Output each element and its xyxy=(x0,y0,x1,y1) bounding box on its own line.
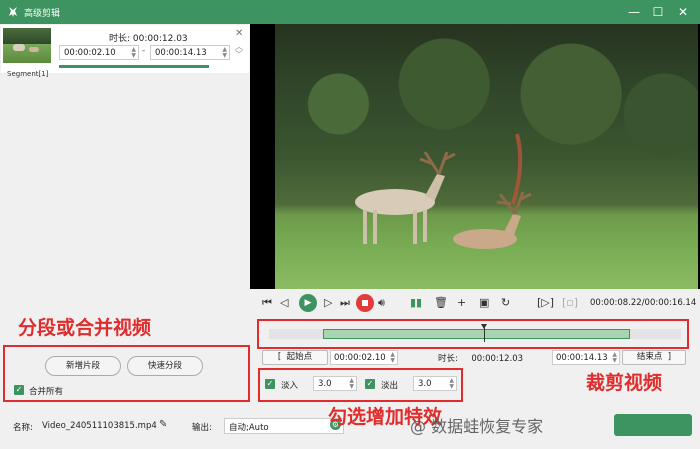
file-name: Video_240511103815.mp4 xyxy=(42,421,157,431)
volume-icon[interactable]: 🔊︎ xyxy=(378,297,385,309)
minimize-button[interactable]: — xyxy=(624,3,644,21)
maximize-button[interactable]: ☐ xyxy=(648,3,668,21)
split-merge-options: 新增片段 快速分段 ✓ 合并所有 xyxy=(3,345,250,402)
spinner-icon[interactable]: ▲ ▼ xyxy=(349,378,354,390)
export-button[interactable] xyxy=(614,414,692,436)
output-label: 输出: xyxy=(192,423,212,433)
annotation-crop: 裁剪视频 xyxy=(586,372,663,394)
fade-out-input[interactable]: 3.0 ▲ ▼ xyxy=(413,376,457,391)
quick-split-button[interactable]: 快速分段 xyxy=(127,356,203,376)
deer-image xyxy=(355,133,532,249)
range-dash: - xyxy=(142,46,146,56)
step-back-icon[interactable]: ◁ xyxy=(280,297,288,309)
reset-icon[interactable]: ↻ xyxy=(501,297,510,309)
add-icon[interactable]: + xyxy=(457,297,466,309)
trim-selection[interactable] xyxy=(323,329,630,339)
timeline-track[interactable] xyxy=(269,324,681,342)
video-frame xyxy=(275,24,698,289)
trim-timeline[interactable] xyxy=(257,319,689,349)
close-button[interactable]: ✕ xyxy=(673,3,693,21)
trim-duration: 时长: 00:00:12.03 xyxy=(438,354,524,364)
spinner-icon[interactable]: ▲ ▼ xyxy=(131,47,136,59)
segment-start-input[interactable]: 00:00:02.10 ▲ ▼ xyxy=(59,45,139,60)
edit-name-icon[interactable]: ✎ xyxy=(159,419,167,430)
watermark: @ 数据蛙恢复专家 xyxy=(410,417,544,436)
skip-end-icon[interactable]: ⏭ xyxy=(340,297,350,309)
window-title: 高级剪辑 xyxy=(24,9,61,19)
title-bar: 高级剪辑 — ☐ ✕ xyxy=(0,0,700,24)
fade-options: ✓ 淡入 3.0 ▲ ▼ ✓ 淡出 3.0 ▲ ▼ xyxy=(258,368,463,402)
spinner-icon[interactable]: ▲ ▼ xyxy=(390,352,395,364)
segment-name: Segment[1] xyxy=(7,70,49,78)
segment-thumbnail xyxy=(3,28,51,63)
play-icon[interactable]: ▶ xyxy=(299,294,317,312)
segment-duration: 时长: 00:00:12.03 xyxy=(109,34,188,44)
fade-in-checkbox[interactable]: ✓ xyxy=(265,379,275,389)
merge-all-label: 合并所有 xyxy=(29,387,64,397)
set-start-button[interactable]: [ 起始点 xyxy=(262,350,328,365)
merge-all-checkbox[interactable]: ✓ xyxy=(14,385,24,395)
segment-progress-bar xyxy=(59,65,209,68)
spinner-icon[interactable]: ▲ ▼ xyxy=(612,352,617,364)
trim-controls: [ 起始点 00:00:02.10 ▲ ▼ 时长: 00:00:12.03 00:… xyxy=(262,349,690,366)
playhead[interactable] xyxy=(481,324,487,342)
segment-close-icon[interactable]: ✕ xyxy=(235,28,243,39)
fade-out-label: 淡出 xyxy=(381,381,399,391)
name-label: 名称: xyxy=(13,423,33,433)
video-preview[interactable] xyxy=(250,24,700,289)
end-time-input[interactable]: 00:00:14.13 ▲ ▼ xyxy=(552,350,620,365)
mark-out-icon[interactable]: [▫] xyxy=(562,297,578,309)
start-time-input[interactable]: 00:00:02.10 ▲ ▼ xyxy=(330,350,398,365)
output-format-select[interactable]: 自动;Auto xyxy=(224,418,344,434)
annotation-split-merge: 分段或合并视频 xyxy=(18,317,152,339)
new-segment-button[interactable]: 新增片段 xyxy=(45,356,121,376)
mark-in-icon[interactable]: [▷] xyxy=(537,297,554,309)
fade-in-label: 淡入 xyxy=(281,381,299,391)
playback-toolbar: ⏮ ◁ ▶ ▷ ⏭ 🔊︎ ▮▮ 🗑︎ + ▣ ↻ [▷] [▫] 00:00:0… xyxy=(250,289,700,317)
spinner-icon[interactable]: ▲ ▼ xyxy=(222,47,227,59)
fade-in-input[interactable]: 3.0 ▲ ▼ xyxy=(313,376,357,391)
segment-card[interactable]: 时长: 00:00:12.03 ✕ 00:00:02.10 ▲ ▼ - 00:00… xyxy=(1,25,249,73)
stop-icon[interactable] xyxy=(356,294,374,312)
set-end-button[interactable]: 结束点 ] xyxy=(622,350,686,365)
delete-icon[interactable]: 🗑︎ xyxy=(434,297,448,309)
split-icon[interactable]: ▮▮ xyxy=(410,297,422,309)
segment-end-input[interactable]: 00:00:14.13 ▲ ▼ xyxy=(150,45,230,60)
spinner-icon[interactable]: ▲ ▼ xyxy=(449,378,454,390)
skip-start-icon[interactable]: ⏮ xyxy=(262,297,272,309)
app-logo-icon xyxy=(9,7,17,17)
copy-icon[interactable]: ▣ xyxy=(479,297,489,309)
step-forward-icon[interactable]: ▷ xyxy=(324,297,332,309)
fade-out-checkbox[interactable]: ✓ xyxy=(365,379,375,389)
segment-reorder-icon[interactable]: ︿ ﹀ xyxy=(235,43,243,59)
time-readout: 00:00:08.22/00:00:16.14 xyxy=(590,298,697,308)
